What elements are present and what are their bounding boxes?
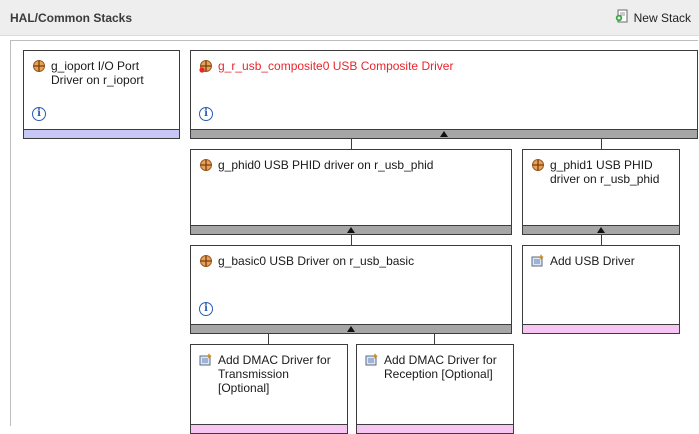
module-label: g_ioport I/O Port Driver on r_ioport bbox=[51, 59, 144, 87]
collapse-arrow-icon bbox=[597, 227, 605, 233]
module-ioport[interactable]: g_ioport I/O Port Driver on r_ioport i bbox=[23, 50, 180, 139]
info-icon[interactable]: i bbox=[199, 302, 213, 316]
component-error-icon bbox=[199, 59, 213, 73]
component-icon bbox=[531, 158, 545, 172]
collapse-arrow-icon bbox=[440, 131, 448, 137]
new-stack-icon bbox=[615, 9, 629, 26]
module-label: Add DMAC Driver for Reception [Optional] bbox=[384, 353, 497, 381]
module-phid0[interactable]: g_phid0 USB PHID driver on r_usb_phid bbox=[190, 149, 512, 235]
module-label: Add USB Driver bbox=[550, 254, 635, 268]
expand-bar[interactable] bbox=[190, 129, 698, 139]
add-module-icon bbox=[531, 254, 545, 268]
module-footer-bar bbox=[522, 324, 680, 334]
info-icon[interactable]: i bbox=[32, 107, 46, 121]
expand-bar[interactable] bbox=[190, 324, 512, 334]
collapse-arrow-icon bbox=[347, 326, 355, 332]
module-label: g_basic0 USB Driver on r_usb_basic bbox=[218, 254, 415, 268]
module-phid1[interactable]: g_phid1 USB PHID driver on r_usb_phid bbox=[522, 149, 680, 235]
module-label: g_r_usb_composite0 USB Composite Driver bbox=[218, 59, 454, 73]
add-dmac-rx-slot[interactable]: Add DMAC Driver for Reception [Optional] bbox=[356, 344, 514, 434]
add-dmac-tx-slot[interactable]: Add DMAC Driver for Transmission [Option… bbox=[190, 344, 348, 434]
add-module-icon bbox=[199, 353, 213, 367]
collapse-arrow-icon bbox=[347, 227, 355, 233]
stacks-header: HAL/Common Stacks New Stack bbox=[0, 0, 699, 36]
connector-line bbox=[268, 334, 269, 344]
section-title: HAL/Common Stacks bbox=[10, 11, 133, 25]
stacks-canvas: g_ioport I/O Port Driver on r_ioport i g… bbox=[10, 40, 698, 434]
component-icon bbox=[199, 254, 213, 268]
connector-line bbox=[351, 235, 352, 245]
connector-line bbox=[351, 139, 352, 149]
module-basic0[interactable]: g_basic0 USB Driver on r_usb_basic i bbox=[190, 245, 512, 334]
module-usb-composite[interactable]: g_r_usb_composite0 USB Composite Driver … bbox=[190, 50, 698, 139]
add-usb-driver-slot[interactable]: Add USB Driver bbox=[522, 245, 680, 334]
new-stack-button[interactable]: New Stack bbox=[615, 9, 691, 26]
expand-bar[interactable] bbox=[522, 225, 680, 235]
module-label: g_phid1 USB PHID driver on r_usb_phid bbox=[550, 158, 660, 186]
connector-line bbox=[434, 334, 435, 344]
module-label: Add DMAC Driver for Transmission [Option… bbox=[218, 353, 331, 395]
connector-line bbox=[601, 139, 602, 149]
add-module-icon bbox=[365, 353, 379, 367]
module-footer-bar bbox=[23, 129, 180, 139]
info-icon[interactable]: i bbox=[199, 107, 213, 121]
connector-line bbox=[601, 235, 602, 245]
new-stack-label: New Stack bbox=[633, 10, 691, 25]
module-label: g_phid0 USB PHID driver on r_usb_phid bbox=[218, 158, 434, 172]
expand-bar[interactable] bbox=[190, 225, 512, 235]
component-icon bbox=[32, 59, 46, 73]
component-icon bbox=[199, 158, 213, 172]
